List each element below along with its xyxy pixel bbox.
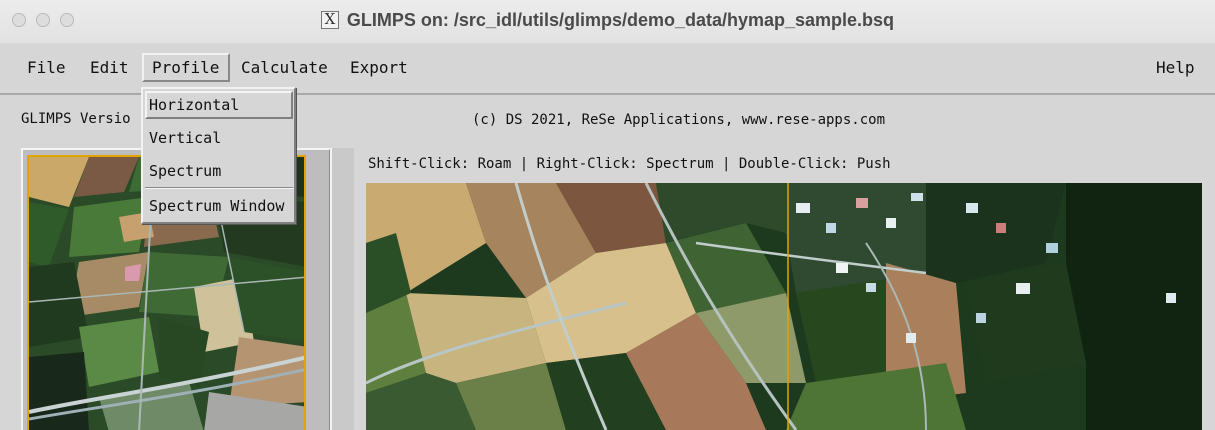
version-label: GLIMPS Versio <box>21 111 131 127</box>
title-bar: X GLIMPS on: /src_idl/utils/glimps/demo_d… <box>0 0 1215 44</box>
dropdown-separator <box>145 187 293 189</box>
copyright-text: (c) DS 2021, ReSe Applications, www.rese… <box>472 112 886 128</box>
instructions-text: Shift-Click: Roam | Right-Click: Spectru… <box>368 156 891 172</box>
application-window: X GLIMPS on: /src_idl/utils/glimps/demo_d… <box>0 0 1215 430</box>
menu-profile[interactable]: Profile <box>142 53 230 82</box>
main-image[interactable] <box>366 183 1202 430</box>
menu-item-spectrum[interactable]: Spectrum <box>149 162 221 180</box>
menu-item-horizontal[interactable]: Horizontal <box>149 96 239 114</box>
menu-help[interactable]: Help <box>1156 58 1195 77</box>
menu-file[interactable]: File <box>27 58 66 77</box>
x11-app-icon: X <box>320 10 339 29</box>
main-image-graphic <box>366 183 1202 430</box>
profile-dropdown-menu: Horizontal Vertical Spectrum Spectrum Wi… <box>141 87 296 224</box>
window-title: GLIMPS on: /src_idl/utils/glimps/demo_da… <box>346 10 895 30</box>
menu-edit[interactable]: Edit <box>90 58 129 77</box>
menu-calculate[interactable]: Calculate <box>241 58 328 77</box>
menu-item-spectrum-window[interactable]: Spectrum Window <box>149 197 284 215</box>
menu-item-vertical[interactable]: Vertical <box>149 129 221 147</box>
window-title-container: X GLIMPS on: /src_idl/utils/glimps/demo_d… <box>0 10 1215 31</box>
menu-export[interactable]: Export <box>350 58 408 77</box>
panel-divider[interactable] <box>330 148 354 430</box>
